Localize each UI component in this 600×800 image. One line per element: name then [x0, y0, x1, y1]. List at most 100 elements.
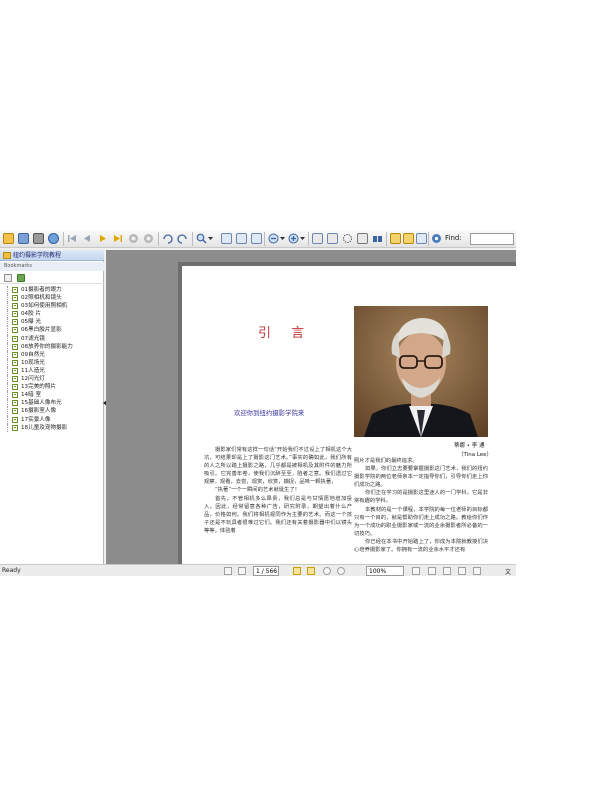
open-folder-icon[interactable] [3, 233, 14, 244]
bookmark-item[interactable]: 03如何使用照相机 [4, 302, 102, 311]
actual-size-button[interactable] [458, 567, 466, 575]
help-icon[interactable] [431, 233, 442, 244]
bookmark-page-icon [12, 351, 18, 358]
bookmark-item[interactable]: 07滤光镜 [4, 334, 102, 343]
chapter-title: 引 言 [258, 326, 313, 341]
zoom-in-icon[interactable] [288, 233, 299, 244]
zoom-out-button[interactable] [412, 567, 420, 575]
single-page-icon[interactable] [312, 233, 323, 244]
print-icon[interactable] [33, 233, 44, 244]
text-tool-icon[interactable] [390, 233, 401, 244]
last-page-button[interactable] [307, 567, 315, 575]
zoom-level-input[interactable]: 100% [366, 566, 404, 576]
toolbar-separator [158, 232, 159, 246]
bookmark-page-icon [12, 335, 18, 342]
body-paragraph: 本教材的是一个课程，本学院的每一位老师的目标都只有一个目的，就是帮助你们走上成功… [354, 506, 488, 537]
bookmark-item[interactable]: 04胶 片 [4, 310, 102, 319]
bookmark-list: 01摄影者的眼力 02照相机和镜头 03如何使用照相机 04胶 片 05曝 光 … [4, 286, 102, 432]
back-button[interactable] [323, 567, 331, 575]
find-icon[interactable] [372, 233, 383, 244]
body-paragraph: 你们正在学习的是摄影这里迷人的一门学科，它是非常有趣的学科。 [354, 490, 488, 505]
body-paragraph: 照片才是我们的最终追求。 [354, 458, 418, 464]
bookmark-item[interactable]: 14暗 室 [4, 391, 102, 400]
image-tool-icon[interactable] [403, 233, 414, 244]
bookmark-page-icon [12, 295, 18, 302]
bookmark-page-icon [12, 311, 18, 318]
bookmark-page-icon [12, 287, 18, 293]
find-input[interactable] [470, 233, 514, 245]
bookmark-item[interactable]: 18儿童及宠物摄影 [4, 423, 102, 432]
left-text-column: 摄影家们常有这样一句话“开始我们不过设上了相机这个大坑，可结果却是上了摄影这门艺… [204, 446, 352, 535]
snapshot-icon[interactable] [342, 233, 353, 244]
fit-width-icon[interactable] [236, 233, 247, 244]
back-icon[interactable] [128, 233, 139, 244]
continuous-view-button[interactable] [473, 567, 481, 575]
bookmark-page-icon [12, 319, 18, 326]
bookmark-item[interactable]: 10现场光 [4, 358, 102, 367]
document-viewer[interactable]: 引 言 欢迎你到纽约摄影学院来 蒂娜 • 李 通 （Tina Lee） 摄影家们… [106, 250, 516, 564]
bookmark-page-icon [12, 424, 18, 431]
zoom-in-dropdown-icon[interactable] [300, 233, 311, 244]
forward-button[interactable] [337, 567, 345, 575]
actual-size-icon[interactable] [251, 233, 262, 244]
rotate-left-icon[interactable] [162, 233, 173, 244]
toolbar-separator [264, 232, 265, 246]
body-paragraph: 你已经在本书中开始踏上了，你成为本院就教授们决心培养摄影家了。你拥有一流的业余水… [354, 538, 488, 554]
bookmark-page-icon [12, 327, 18, 334]
bookmark-page-icon [12, 392, 18, 399]
first-page-button[interactable] [224, 567, 232, 575]
find-label: Find: [445, 234, 462, 242]
bookmark-item[interactable]: 17实景人像 [4, 415, 102, 424]
document-tab[interactable]: 纽约摄影学院教程 [0, 250, 104, 261]
bookmark-item[interactable]: 06黑白胶片显影 [4, 326, 102, 335]
bookmark-page-icon [12, 303, 18, 310]
zoom-icon[interactable] [196, 233, 207, 244]
select-tool-icon[interactable] [357, 233, 368, 244]
toolbar-separator [192, 232, 193, 246]
document-page: 引 言 欢迎你到纽约摄影学院来 蒂娜 • 李 通 （Tina Lee） 摄影家们… [182, 266, 516, 564]
thumbnails-icon[interactable] [416, 233, 427, 244]
bookmark-item[interactable]: 01摄影者的眼力 [4, 286, 102, 295]
bookmark-item[interactable]: 09自然光 [4, 350, 102, 359]
bookmark-item[interactable]: 12闪光灯 [4, 375, 102, 384]
bookmark-item[interactable]: 11人造光 [4, 366, 102, 376]
bookmark-item[interactable]: 05曝 光 [4, 318, 102, 327]
next-page-icon[interactable] [97, 233, 108, 244]
fit-page-icon[interactable] [221, 233, 232, 244]
sidebar: 纽约摄影学院教程 Bookmarks 01摄影者的眼力 02照相机和镜头 03如… [0, 250, 107, 570]
zoom-dropdown-icon[interactable] [208, 233, 219, 244]
bookmark-page-icon [12, 367, 18, 374]
toolbar-separator [308, 232, 309, 246]
bookmark-page-icon [12, 343, 18, 350]
body-paragraph: 如果，你们立志要要掌握摄影这门艺术，我们的纽约摄影学院的两位老师亲本一定指导你们… [354, 466, 488, 489]
bookmark-item[interactable]: 16摄影室人像 [4, 407, 102, 416]
delete-bookmark-icon[interactable] [4, 274, 12, 282]
bookmarks-toolbar [0, 272, 104, 284]
bookmark-page-icon [12, 416, 18, 423]
toolbar-separator [386, 232, 387, 246]
fit-width-button[interactable] [443, 567, 451, 575]
forward-icon[interactable] [143, 233, 154, 244]
bookmark-item[interactable]: 02照相机和镜头 [4, 294, 102, 303]
rotate-right-icon[interactable] [177, 233, 188, 244]
bookmark-page-icon [12, 408, 18, 415]
bookmark-item[interactable]: 15基础人像布光 [4, 399, 102, 408]
fit-page-button[interactable] [428, 567, 436, 575]
last-page-icon[interactable] [112, 233, 123, 244]
first-page-icon[interactable] [67, 233, 78, 244]
photo-caption-name: 蒂娜 • 李 通 [454, 443, 485, 449]
pdf-reader-window: Find: 纽约摄影学院教程 Bookmarks 01摄影者的眼力 02照相机和… [0, 230, 516, 576]
page-number-input[interactable]: 1 / 566 [253, 566, 279, 576]
previous-page-button[interactable] [238, 567, 246, 575]
continuous-page-icon[interactable] [327, 233, 338, 244]
bookmark-item[interactable]: 13完美的照片 [4, 383, 102, 392]
email-icon[interactable] [48, 233, 59, 244]
next-page-button[interactable] [293, 567, 301, 575]
save-icon[interactable] [18, 233, 29, 244]
add-bookmark-icon[interactable] [17, 274, 25, 282]
previous-page-icon[interactable] [82, 233, 93, 244]
document-tab-label: 纽约摄影学院教程 [13, 252, 62, 259]
bookmarks-panel-title: Bookmarks [0, 262, 104, 271]
bookmark-item[interactable]: 08放养你的摄影能力 [4, 342, 102, 351]
zoom-out-icon[interactable] [268, 233, 279, 244]
